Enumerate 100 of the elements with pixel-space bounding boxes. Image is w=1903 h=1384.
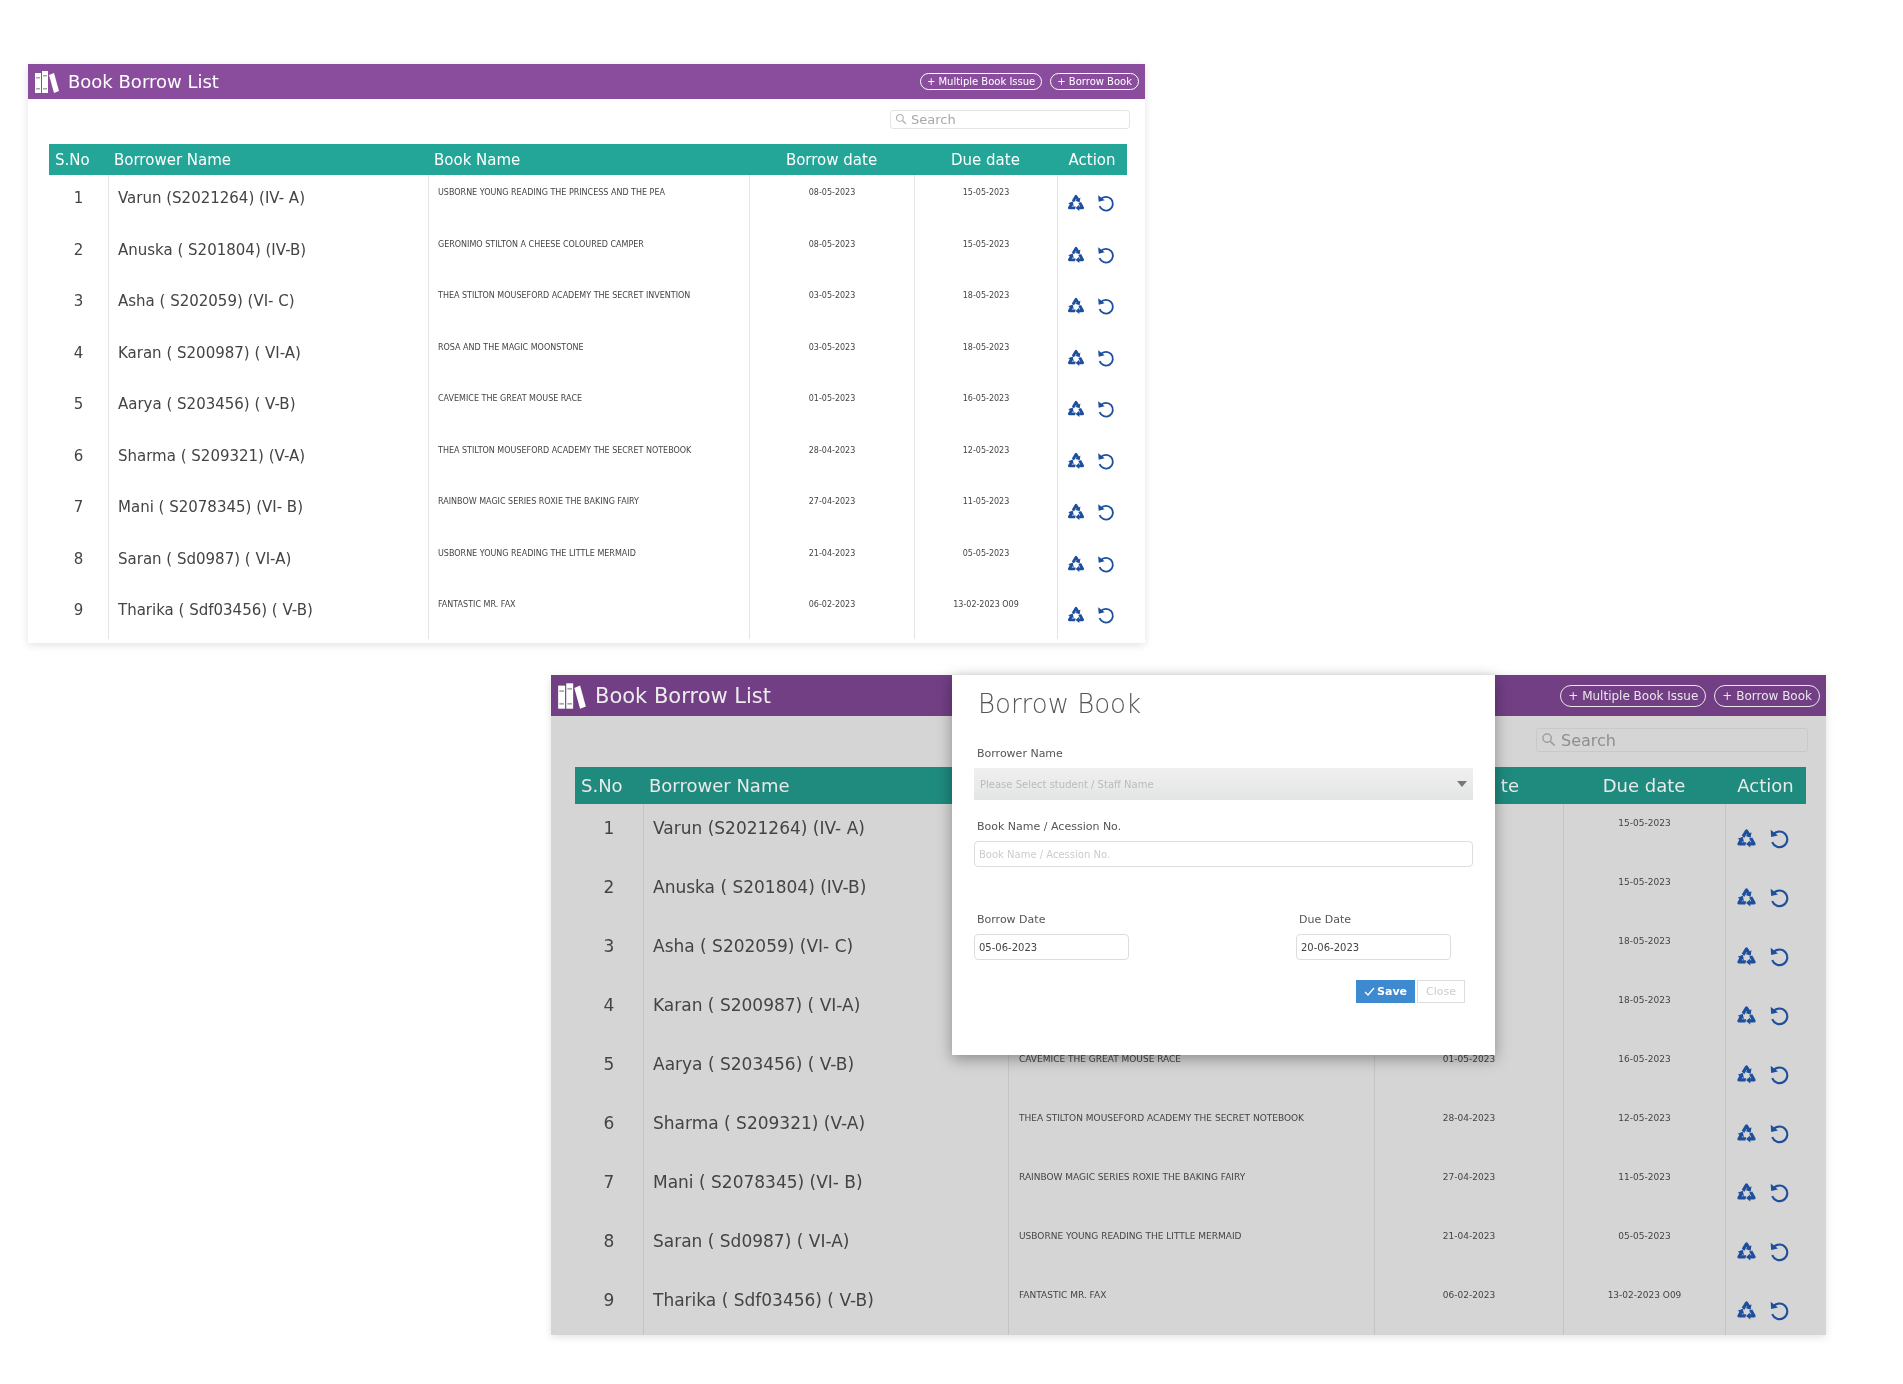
row-number: 7 xyxy=(603,1172,615,1192)
column-header: Borrower Name xyxy=(108,144,428,175)
borrower-name: Tharika ( Sdf03456) ( V-B) xyxy=(653,1290,874,1310)
borrow-date: 21-04-2023 xyxy=(808,548,856,558)
field-label: Book Name / Acession No. xyxy=(977,820,1123,833)
search-icon xyxy=(1541,732,1556,747)
borrow-date: 01-05-2023 xyxy=(808,394,856,403)
due-date: 11-05-2023 xyxy=(1618,1172,1671,1182)
row-number: 5 xyxy=(73,395,84,413)
borrower-name: Varun (S2021264) (IV- A) xyxy=(118,189,305,207)
borrower-name: Sharma ( S209321) (V-A) xyxy=(118,446,306,465)
books-icon xyxy=(34,69,60,94)
undo-icon[interactable] xyxy=(1095,192,1117,214)
borrow-date: 03-05-2023 xyxy=(808,342,856,352)
borrow-date: 08-05-2023 xyxy=(808,188,856,197)
row-number: 8 xyxy=(73,549,84,568)
borrower-name: Mani ( S2078345) (VI- B) xyxy=(118,498,303,516)
row-number: 1 xyxy=(73,189,84,207)
due-date: 16-05-2023 xyxy=(1618,1054,1671,1064)
column-header: Action xyxy=(1057,144,1127,175)
borrower-name: Anuska ( S201804) (IV-B) xyxy=(118,240,307,259)
row-number: 4 xyxy=(603,995,615,1015)
field-label: Borrow Date xyxy=(977,913,1046,926)
borrow-date: 01-05-2023 xyxy=(1442,1054,1496,1064)
due-date: 12-05-2023 xyxy=(962,445,1010,455)
row-number: 2 xyxy=(73,240,84,259)
borrow-date: 27-04-2023 xyxy=(808,497,856,506)
book-name: GERONIMO STILTON A CHEESE COLOURED CAMPER xyxy=(438,239,644,249)
due-date: 13-02-2023 O09 xyxy=(1607,1290,1682,1300)
due-date: 18-05-2023 xyxy=(962,342,1010,352)
dialog-title: Borrow Book xyxy=(978,689,1143,719)
undo-icon[interactable] xyxy=(1095,295,1117,317)
borrow-date: 28-04-2023 xyxy=(808,445,856,455)
date-field[interactable]: 20-06-2023 xyxy=(1296,934,1451,960)
field-label: Due Date xyxy=(1299,913,1351,926)
search-icon xyxy=(895,113,907,125)
due-date: 05-05-2023 xyxy=(1618,1231,1671,1241)
due-date: 11-05-2023 xyxy=(962,497,1010,506)
caret-icon xyxy=(1457,781,1467,787)
book-name: USBORNE YOUNG READING THE LITTLE MERMAID xyxy=(1019,1231,1242,1241)
borrower-name: Asha ( S202059) (VI- C) xyxy=(118,292,295,310)
borrower-name: Mani ( S2078345) (VI- B) xyxy=(653,1172,863,1192)
row-number: 7 xyxy=(73,498,84,516)
book-name: THEA STILTON MOUSEFORD ACADEMY THE SECRET NOTEBOOK xyxy=(1019,1113,1304,1123)
book-name: RAINBOW MAGIC SERIES ROXIE THE BAKING FAIRY xyxy=(1019,1172,1246,1182)
search-field[interactable]: Search xyxy=(890,110,1130,129)
book-name: CAVEMICE THE GREAT MOUSE RACE xyxy=(438,394,583,403)
borrow-date: 27-04-2023 xyxy=(1442,1172,1496,1182)
book-name: FANTASTIC MR. FAX xyxy=(438,600,516,609)
row-number: 2 xyxy=(603,877,615,897)
column-header: Due date xyxy=(914,144,1057,175)
undo-icon[interactable] xyxy=(1095,604,1117,626)
due-date: 18-05-2023 xyxy=(962,291,1010,300)
save-button[interactable]: Save xyxy=(1356,980,1416,1003)
page-title: Book Borrow List xyxy=(595,683,772,708)
borrower-name: Anuska ( S201804) (IV-B) xyxy=(653,877,867,897)
book-name: ROSA AND THE MAGIC MOONSTONE xyxy=(438,342,584,352)
due-date: 15-05-2023 xyxy=(962,188,1010,197)
books-icon xyxy=(557,681,587,710)
row-number: 3 xyxy=(603,936,615,956)
book-name: USBORNE YOUNG READING THE PRINCESS AND THE PEA xyxy=(438,188,665,197)
row-number: 9 xyxy=(73,601,84,619)
book-name: USBORNE YOUNG READING THE LITTLE MERMAID xyxy=(438,548,636,558)
column-header: S.No xyxy=(49,144,108,175)
borrower-name: Sharma ( S209321) (V-A) xyxy=(653,1113,866,1133)
date-field[interactable]: 05-06-2023 xyxy=(974,934,1129,960)
column-header: Book Name xyxy=(428,144,749,175)
column-header: Borrow date xyxy=(749,144,914,175)
undo-icon[interactable] xyxy=(1095,501,1117,523)
row-number: 6 xyxy=(603,1113,615,1133)
borrower-name: Karan ( S200987) ( VI-A) xyxy=(653,995,861,1015)
row-number: 3 xyxy=(73,292,84,310)
borrow-date: 03-05-2023 xyxy=(808,291,856,300)
borrower-name: Aarya ( S203456) ( V-B) xyxy=(118,395,296,413)
column-header: S.No xyxy=(575,767,643,804)
borrower-name: Varun (S2021264) (IV- A) xyxy=(653,818,865,838)
borrow-date: 21-04-2023 xyxy=(1442,1231,1496,1241)
row-number: 4 xyxy=(73,343,84,362)
borrow-date: 06-02-2023 xyxy=(1442,1290,1496,1300)
borrower-name: Asha ( S202059) (VI- C) xyxy=(653,936,854,956)
borrower-name: Karan ( S200987) ( VI-A) xyxy=(118,343,301,362)
row-number: 5 xyxy=(603,1054,615,1074)
due-date: 13-02-2023 O09 xyxy=(953,600,1019,609)
due-date: 12-05-2023 xyxy=(1618,1113,1671,1123)
borrow-date: 08-05-2023 xyxy=(808,239,856,249)
due-date: 16-05-2023 xyxy=(962,394,1010,403)
row-number: 8 xyxy=(603,1231,615,1251)
search-field[interactable]: Search xyxy=(1536,728,1808,752)
borrower-name: Saran ( Sd0987) ( VI-A) xyxy=(653,1231,850,1251)
column-header: Due date xyxy=(1563,767,1725,804)
borrower-name: Aarya ( S203456) ( V-B) xyxy=(653,1054,855,1074)
undo-icon[interactable] xyxy=(1095,398,1117,420)
column-header: Action xyxy=(1725,767,1806,804)
row-number: 1 xyxy=(603,818,615,838)
row-number: 6 xyxy=(73,446,84,465)
check-icon xyxy=(1364,987,1376,996)
due-date: 18-05-2023 xyxy=(1618,936,1671,946)
book-name: CAVEMICE THE GREAT MOUSE RACE xyxy=(1019,1054,1182,1064)
due-date: 18-05-2023 xyxy=(1618,995,1671,1005)
page-title: Book Borrow List xyxy=(68,71,219,92)
